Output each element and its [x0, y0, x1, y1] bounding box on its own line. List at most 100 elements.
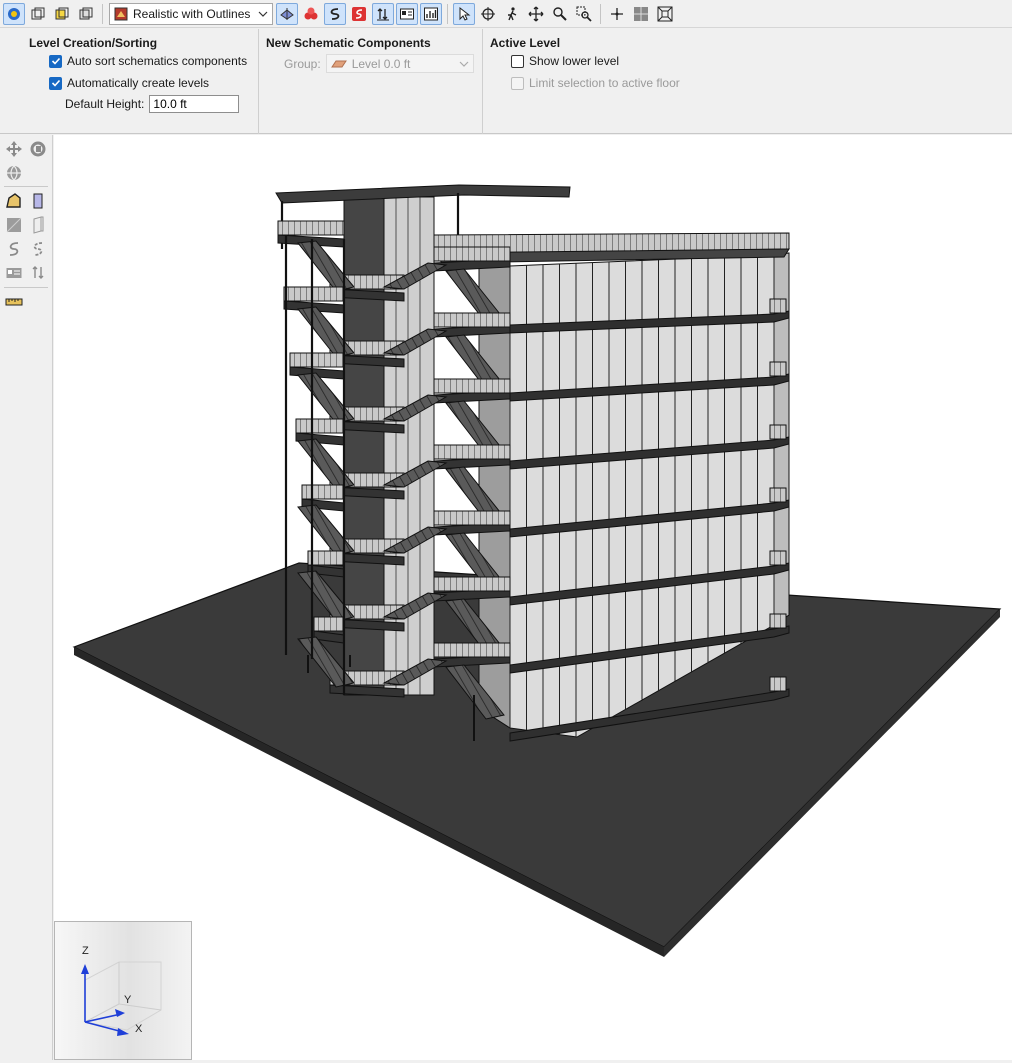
zoom-icon — [553, 6, 567, 21]
balcony-railing — [769, 487, 787, 503]
select-button[interactable] — [453, 2, 475, 25]
pan-icon — [528, 6, 544, 21]
3d-viewport[interactable]: Z Y X — [54, 135, 1012, 1060]
limit-selection-option[interactable]: Limit selection to active floor — [511, 76, 680, 90]
globe-tool-button[interactable] — [4, 163, 24, 183]
landing-railing — [295, 418, 345, 434]
axis-triad — [81, 961, 162, 1036]
level-tool-button[interactable] — [28, 263, 48, 283]
landing-railing — [433, 576, 511, 592]
show-lower-label: Show lower level — [529, 54, 620, 68]
auto-sort-option[interactable]: Auto sort schematics components — [49, 54, 247, 68]
id-card-icon — [6, 268, 22, 278]
toolbar-separator — [447, 3, 448, 24]
rotate-icon — [30, 141, 46, 157]
balcony-railing — [769, 424, 787, 440]
flow-path-button[interactable] — [324, 2, 346, 25]
view-cube-yellow-icon — [55, 7, 69, 19]
landing-railing — [433, 246, 511, 262]
pan-button[interactable] — [525, 3, 547, 25]
auto-sort-checkbox[interactable] — [49, 54, 62, 68]
limit-selection-checkbox[interactable] — [511, 76, 524, 90]
toolbar-separator — [600, 3, 601, 24]
default-height-row: Default Height: — [65, 95, 240, 113]
rotate-tool-button[interactable] — [28, 139, 48, 159]
toolbar-separator — [102, 3, 103, 24]
auto-create-checkbox[interactable] — [49, 76, 62, 90]
fit-view-button[interactable] — [654, 3, 676, 25]
left-toolbar — [0, 135, 53, 1060]
landing-railing — [289, 352, 345, 368]
walk-button[interactable] — [501, 3, 523, 25]
navigation-cube[interactable]: Z Y X — [54, 921, 192, 1060]
check-icon — [51, 57, 60, 65]
measure-tool-button[interactable] — [4, 292, 24, 312]
options-panel: Level Creation/Sorting Auto sort schemat… — [0, 29, 1012, 134]
building-model[interactable] — [54, 135, 1012, 1060]
new-schematic-group: New Schematic Components Group: Level 0.… — [259, 29, 483, 134]
new-schematic-title: New Schematic Components — [266, 36, 431, 50]
zoom-button[interactable] — [549, 3, 571, 25]
default-height-input[interactable] — [149, 95, 240, 113]
view-cube-outline-button[interactable] — [75, 3, 97, 25]
pan-tool-button[interactable] — [4, 139, 24, 159]
axis-y-label: Y — [124, 994, 132, 1006]
zoom-box-button[interactable] — [573, 3, 595, 25]
path-tool-button[interactable] — [4, 239, 24, 259]
axis-button[interactable] — [606, 3, 628, 25]
camera-button[interactable] — [3, 2, 25, 25]
group-select-value: Level 0.0 ft — [351, 56, 411, 71]
level-plane-icon — [330, 60, 347, 67]
axis-icon — [611, 7, 623, 20]
card-button[interactable] — [396, 2, 418, 25]
path-icon — [9, 242, 19, 256]
view-cube-yellow-button[interactable] — [51, 3, 73, 25]
draw-floor-button[interactable] — [4, 191, 24, 211]
camera-icon — [8, 7, 20, 20]
auto-create-option[interactable]: Automatically create levels — [49, 76, 209, 90]
axis-x-label: X — [135, 1023, 143, 1035]
check-icon — [51, 79, 60, 87]
red-path-icon — [352, 6, 366, 21]
main-toolbar: Realistic with Outlines — [0, 0, 1012, 28]
fit-view-icon — [657, 6, 673, 21]
render-mode-select[interactable]: Realistic with Outlines — [109, 2, 273, 25]
view-cube-button[interactable] — [27, 3, 49, 25]
draw-wall-button[interactable] — [28, 191, 48, 211]
chevron-down-icon — [459, 61, 469, 67]
path-tool-alt-button[interactable] — [28, 239, 48, 259]
grid-button[interactable] — [630, 3, 652, 25]
door-button[interactable] — [28, 215, 48, 235]
balcony-railing — [769, 361, 787, 377]
stack-button[interactable] — [300, 3, 322, 25]
axis-z-label: Z — [82, 945, 89, 957]
obstruction-button[interactable] — [4, 215, 24, 235]
card-tool-button[interactable] — [4, 263, 24, 283]
view-cube-icon — [31, 7, 45, 19]
card-icon — [400, 8, 414, 19]
show-lower-option[interactable]: Show lower level — [511, 54, 619, 68]
orbit-button[interactable] — [477, 3, 499, 25]
schematic-plane-button[interactable] — [276, 2, 298, 25]
group-select[interactable]: Level 0.0 ft — [325, 54, 474, 73]
landing-railing — [307, 550, 345, 566]
landing-railing — [433, 378, 511, 394]
level-sort-button[interactable] — [372, 2, 394, 25]
render-mode-label: Realistic with Outlines — [133, 6, 251, 21]
view-cube-outline-icon — [79, 7, 93, 19]
landing-railing — [433, 444, 511, 460]
red-path-button[interactable] — [348, 3, 370, 25]
stack-icon — [304, 7, 318, 19]
zoom-box-icon — [576, 6, 592, 22]
chart-icon — [424, 7, 438, 20]
level-creation-title: Level Creation/Sorting — [29, 36, 158, 50]
show-lower-checkbox[interactable] — [511, 54, 524, 68]
ruler-icon — [5, 298, 23, 306]
group-label: Group: — [284, 56, 321, 71]
render-style-icon — [114, 7, 128, 20]
chart-button[interactable] — [420, 2, 442, 25]
landing-railing — [277, 220, 345, 236]
landing-railing — [433, 510, 511, 526]
landing-railing — [301, 484, 345, 500]
landing-railing — [283, 286, 345, 302]
